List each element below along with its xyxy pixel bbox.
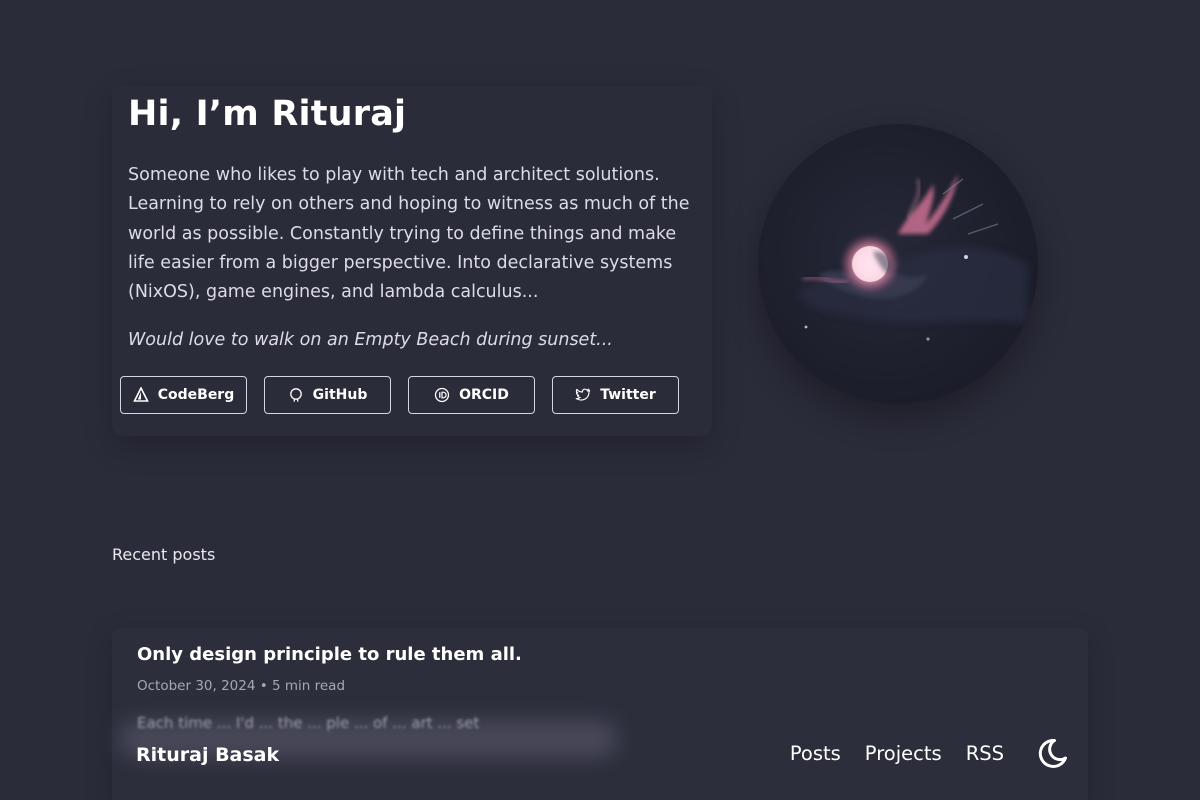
twitter-icon (575, 387, 591, 403)
github-button[interactable]: GitHub (264, 376, 391, 414)
hero-bio: Someone who likes to play with tech and … (128, 165, 690, 303)
github-icon (288, 387, 304, 403)
post-title[interactable]: Only design principle to rule them all. (137, 644, 522, 665)
github-label: GitHub (312, 387, 368, 403)
twitter-button[interactable]: Twitter (552, 376, 679, 414)
codeberg-label: CodeBerg (157, 387, 235, 403)
orcid-icon (434, 387, 450, 403)
nav-links: Posts Projects RSS (790, 742, 1004, 765)
avatar (758, 124, 1038, 404)
nav-posts-link[interactable]: Posts (790, 742, 841, 765)
post-meta: October 30, 2024 • 5 min read (137, 678, 346, 694)
social-links: CodeBerg GitHub ORCID Twitter (120, 376, 679, 414)
orcid-button[interactable]: ORCID (408, 376, 535, 414)
nav-rss-link[interactable]: RSS (966, 742, 1004, 765)
codeberg-icon (132, 387, 149, 403)
page: Hi, I’m Rituraj Someone who likes to pla… (0, 0, 1200, 800)
moon-icon (1034, 736, 1070, 776)
hero-tagline: Would love to walk on an Empty Beach dur… (128, 330, 613, 350)
nav-projects-link[interactable]: Projects (865, 742, 942, 765)
hero-card: Hi, I’m Rituraj Someone who likes to pla… (112, 86, 712, 436)
site-brand[interactable]: Rituraj Basak (136, 744, 279, 766)
orcid-label: ORCID (459, 387, 509, 403)
bottom-navbar: Rituraj Basak Posts Projects RSS (118, 720, 1084, 792)
recent-posts-label: Recent posts (112, 545, 216, 564)
theme-toggle-button[interactable] (1034, 738, 1070, 774)
avatar-artwork (758, 124, 1038, 404)
hero-title: Hi, I’m Rituraj (128, 94, 407, 134)
twitter-label: Twitter (600, 387, 656, 403)
codeberg-button[interactable]: CodeBerg (120, 376, 247, 414)
